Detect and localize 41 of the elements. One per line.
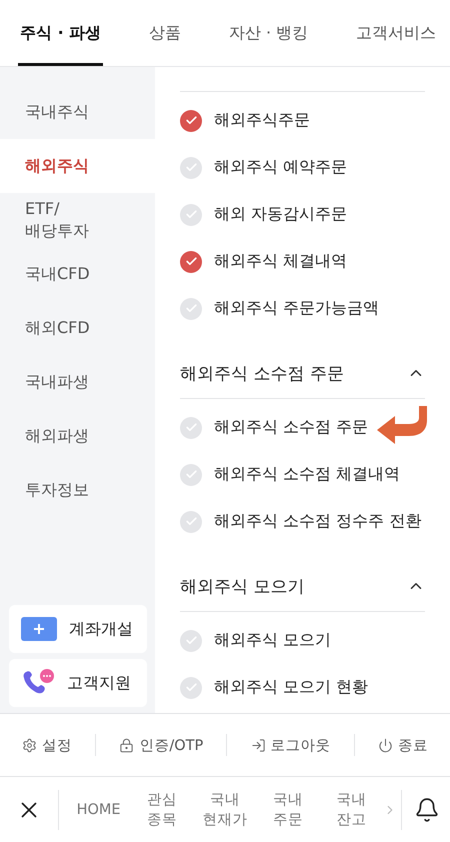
menu-link[interactable]: 해외주식 모으기 <box>214 630 332 651</box>
menu-link[interactable]: 해외주식 체결내역 <box>214 251 348 272</box>
power-icon <box>378 738 393 752</box>
sidebar-item[interactable]: 해외파생 <box>0 409 155 463</box>
logout-button[interactable]: 로그아웃 <box>250 736 331 754</box>
card-plus-icon <box>21 617 57 641</box>
quick-menu-link[interactable]: 국내 현재가 <box>193 790 257 830</box>
quick-menu-link[interactable]: 국내 주문 <box>256 790 320 830</box>
sidebar-item[interactable]: ETF/ 배당투자 <box>0 193 155 247</box>
quick-menu-link[interactable]: 관심 종목 <box>130 790 194 830</box>
quick-menu-link[interactable]: 국내 잔고 <box>320 790 384 830</box>
lock-button[interactable]: 인증/OTP <box>119 736 204 754</box>
menu-link[interactable]: 해외주식 소수점 체결내역 <box>214 464 400 485</box>
sidebar-item[interactable]: 투자정보 <box>0 463 155 517</box>
open-account-button[interactable]: 계좌개설 <box>9 605 147 653</box>
menu-link[interactable]: 해외주식 모으기 현황 <box>214 677 368 698</box>
sidebar-item[interactable]: 국내주식 <box>0 85 155 139</box>
menu-link[interactable]: 해외 자동감시주문 <box>214 204 348 225</box>
section-title: 해외주식 소수점 주문 <box>180 362 344 384</box>
nav-tab[interactable]: 고객서비스 <box>354 0 438 66</box>
section-title: 해외주식 모으기 <box>180 576 304 598</box>
menu-link[interactable]: 해외주식 주문가능금액 <box>214 298 380 319</box>
menu-link[interactable]: 해외주식 예약주문 <box>214 157 348 178</box>
menu-link[interactable]: 해외주식 소수점 주문 <box>214 417 368 438</box>
support-button[interactable]: 고객지원 <box>9 659 147 707</box>
nav-tab[interactable]: 상품 <box>147 0 184 66</box>
settings-button[interactable]: 설정 <box>22 736 72 754</box>
settings-icon <box>22 738 37 752</box>
sidebar-item[interactable]: 국내파생 <box>0 355 155 409</box>
quick-menu-link[interactable]: HOME <box>67 800 130 820</box>
bell-icon <box>414 796 440 822</box>
menu-link[interactable]: 해외주식 소수점 정수주 전환 <box>214 511 422 532</box>
lock-icon <box>119 738 134 752</box>
sidebar-item[interactable]: 국내CFD <box>0 247 155 301</box>
notification-button[interactable] <box>414 796 440 822</box>
menu-link[interactable]: 해외주식주문 <box>214 110 310 131</box>
sidebar-item[interactable]: 해외주식 <box>0 139 155 193</box>
nav-tab[interactable]: 자산 · 뱅킹 <box>226 0 310 66</box>
sidebar-item[interactable]: 해외CFD <box>0 301 155 355</box>
power-button[interactable]: 종료 <box>378 736 428 754</box>
logout-icon <box>250 738 266 752</box>
